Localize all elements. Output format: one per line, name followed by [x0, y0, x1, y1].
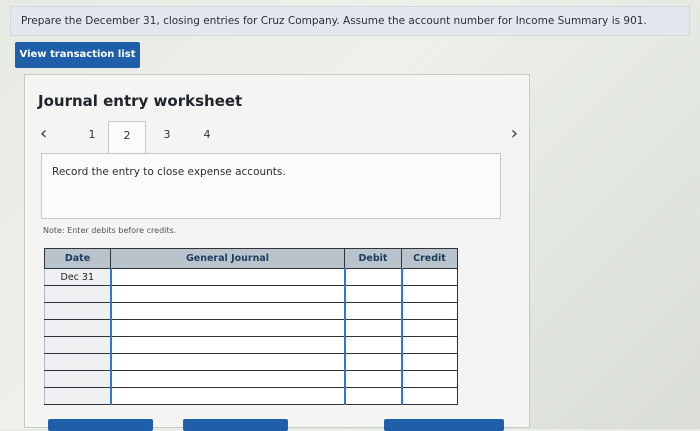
- tab-4[interactable]: 4: [188, 121, 226, 153]
- debit-credit-note: Note: Enter debits before credits.: [43, 226, 177, 235]
- debit-input[interactable]: [343, 285, 402, 303]
- credit-input[interactable]: [400, 336, 458, 354]
- debit-input[interactable]: [343, 370, 402, 388]
- credit-header: Credit: [401, 248, 458, 269]
- date-cell[interactable]: [44, 353, 111, 371]
- debit-input[interactable]: [343, 302, 402, 320]
- date-cell[interactable]: [44, 336, 111, 354]
- debit-input[interactable]: [343, 336, 402, 354]
- table-row: [44, 302, 458, 320]
- general-journal-header: General Journal: [110, 248, 345, 269]
- chevron-left-icon[interactable]: ‹: [40, 123, 47, 144]
- credit-input[interactable]: [400, 268, 458, 286]
- table-row: [44, 319, 458, 337]
- bottom-button-3[interactable]: [384, 419, 504, 431]
- account-input[interactable]: [109, 370, 345, 388]
- table-row: Dec 31: [44, 268, 458, 286]
- debit-input[interactable]: [343, 353, 402, 371]
- general-journal-table: Date General Journal Debit Credit Dec 31: [44, 248, 458, 405]
- date-cell[interactable]: [44, 285, 111, 303]
- account-input[interactable]: [109, 336, 345, 354]
- table-row: [44, 336, 458, 354]
- credit-input[interactable]: [400, 285, 458, 303]
- account-input[interactable]: [109, 319, 345, 337]
- date-cell[interactable]: [44, 387, 111, 405]
- account-input[interactable]: [109, 353, 345, 371]
- account-input[interactable]: [109, 302, 345, 320]
- debit-input[interactable]: [343, 387, 402, 405]
- worksheet-tabs: ‹ 1 2 3 4 ›: [40, 121, 518, 153]
- date-cell[interactable]: [44, 302, 111, 320]
- entry-description: Record the entry to close expense accoun…: [41, 153, 501, 219]
- credit-input[interactable]: [400, 319, 458, 337]
- table-row: [44, 285, 458, 303]
- tab-3[interactable]: 3: [148, 121, 186, 153]
- view-transaction-list-button[interactable]: View transaction list: [15, 42, 140, 68]
- debit-input[interactable]: [343, 268, 402, 286]
- journal-body: Dec 31: [44, 268, 458, 405]
- credit-input[interactable]: [400, 370, 458, 388]
- account-input[interactable]: [109, 285, 345, 303]
- account-input[interactable]: [109, 387, 345, 405]
- instruction-text: Prepare the December 31, closing entries…: [10, 6, 690, 36]
- account-input[interactable]: [109, 268, 345, 286]
- credit-input[interactable]: [400, 302, 458, 320]
- credit-input[interactable]: [400, 353, 458, 371]
- table-row: [44, 370, 458, 388]
- table-row: [44, 353, 458, 371]
- credit-input[interactable]: [400, 387, 458, 405]
- date-cell[interactable]: [44, 370, 111, 388]
- bottom-button-1[interactable]: [48, 419, 153, 431]
- debit-input[interactable]: [343, 319, 402, 337]
- tab-2[interactable]: 2: [108, 121, 146, 153]
- tab-1[interactable]: 1: [73, 121, 111, 153]
- debit-header: Debit: [344, 248, 402, 269]
- chevron-right-icon[interactable]: ›: [511, 123, 518, 144]
- bottom-button-2[interactable]: [183, 419, 288, 431]
- journal-entry-worksheet: Journal entry worksheet ‹ 1 2 3 4 › Reco…: [24, 74, 530, 428]
- date-header: Date: [44, 248, 111, 269]
- table-row: [44, 387, 458, 405]
- worksheet-title: Journal entry worksheet: [38, 92, 243, 110]
- date-cell[interactable]: Dec 31: [44, 268, 111, 286]
- date-cell[interactable]: [44, 319, 111, 337]
